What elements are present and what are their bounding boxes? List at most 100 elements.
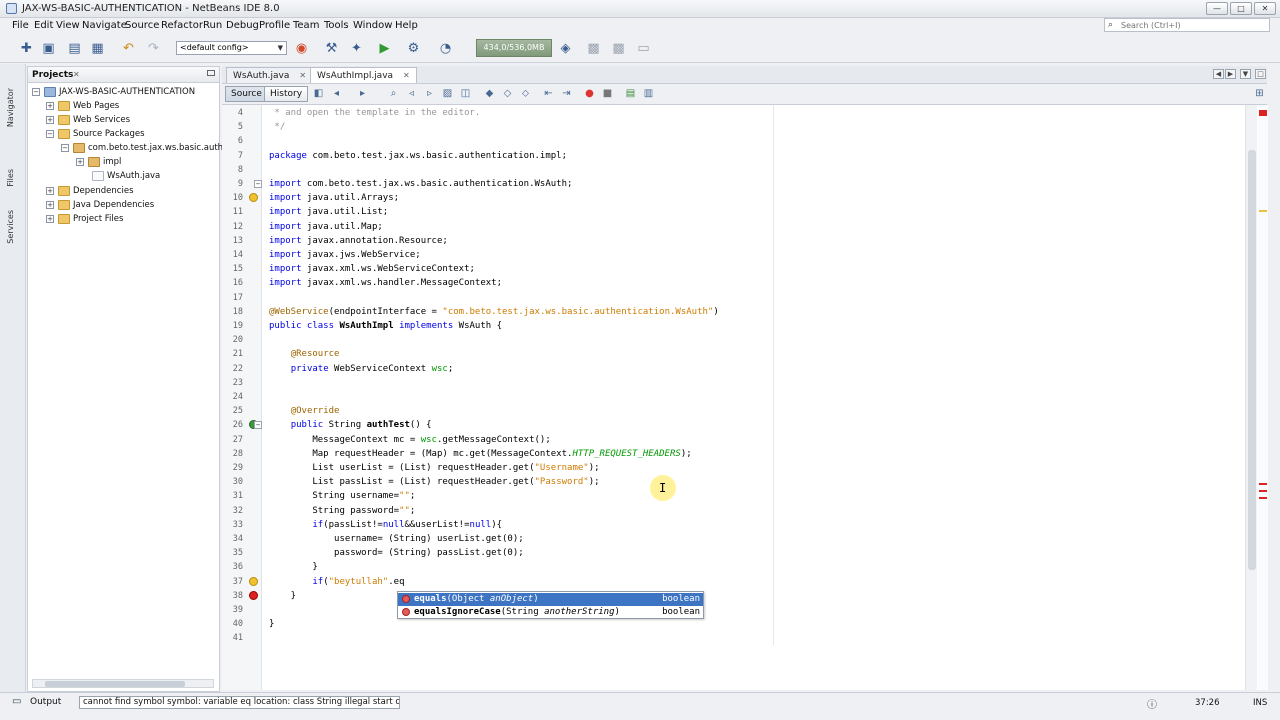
tree-item-dependencies[interactable]: + Dependencies — [46, 184, 134, 198]
code-line[interactable]: 36 } — [222, 560, 1267, 574]
uncomment-icon[interactable]: ▥ — [642, 87, 655, 100]
tab-wsauth[interactable]: WsAuth.java ✕ — [226, 67, 314, 83]
code-line[interactable]: 21 @Resource — [222, 347, 1267, 361]
expand-icon[interactable]: + — [46, 214, 54, 223]
code-line[interactable]: 19 public class WsAuthImpl implements WsA… — [222, 319, 1267, 333]
tree-item-java-dependencies[interactable]: + Java Dependencies — [46, 198, 154, 212]
code-line[interactable]: 4 * and open the template in the editor. — [222, 106, 1267, 120]
code-line[interactable]: 34 username= (String) userList.get(0); — [222, 532, 1267, 546]
browser-icon[interactable]: ◉ — [293, 40, 310, 57]
close-icon[interactable]: ✕ — [73, 70, 80, 79]
code-line[interactable]: 37 if("beytullah".eq — [222, 575, 1267, 589]
forward-icon[interactable]: ▸ — [356, 87, 369, 100]
find-selection-icon[interactable]: ▨ — [441, 87, 454, 100]
shift-left-icon[interactable]: ⇤ — [542, 87, 555, 100]
tree-item-web-pages[interactable]: + Web Pages — [46, 99, 119, 113]
menu-navigate[interactable]: Navigate — [82, 20, 127, 31]
code-line[interactable]: 38 } — [222, 589, 1267, 603]
menu-run[interactable]: Run — [203, 20, 222, 31]
code-line[interactable]: 35 password= (String) passList.get(0); — [222, 546, 1267, 560]
tab-list-icon[interactable]: ▼ — [1240, 69, 1251, 79]
error-marker[interactable] — [1259, 490, 1267, 492]
menu-source[interactable]: Source — [125, 20, 159, 31]
code-line[interactable]: 5 */ — [222, 120, 1267, 134]
tree-item-source-packages[interactable]: − Source Packages — [46, 127, 145, 141]
back-icon[interactable]: ◂ — [330, 87, 343, 100]
split-editor-icon[interactable]: ⊞ — [1253, 87, 1266, 100]
collapse-icon[interactable]: − — [61, 143, 69, 152]
code-line[interactable]: 8 — [222, 163, 1267, 177]
code-line[interactable]: 6 — [222, 134, 1267, 148]
code-line[interactable]: 31 String username=""; — [222, 489, 1267, 503]
monitor-icon[interactable]: ▭ — [635, 40, 652, 57]
menu-profile[interactable]: Profile — [259, 20, 290, 31]
code-line[interactable]: 33 if(passList!=null&&userList!=null){ — [222, 518, 1267, 532]
code-line[interactable]: 13 import javax.annotation.Resource; — [222, 234, 1267, 248]
attach-icon[interactable]: ▩ — [610, 40, 627, 57]
code-line[interactable]: 17 — [222, 291, 1267, 305]
build-icon[interactable]: ⚒ — [323, 40, 340, 57]
minimize-panel-icon[interactable] — [207, 70, 215, 76]
toggle-bookmark-icon[interactable]: ⬦ — [519, 87, 532, 100]
scroll-thumb[interactable] — [1248, 150, 1256, 570]
open-project-icon[interactable]: ▤ — [66, 40, 83, 57]
code-line[interactable]: 32 String password=""; — [222, 504, 1267, 518]
expand-icon[interactable]: + — [46, 200, 54, 209]
maximize-button[interactable]: □ — [1230, 2, 1252, 15]
warning-marker[interactable] — [1259, 210, 1267, 212]
redo-icon[interactable]: ↷ — [145, 40, 162, 57]
completion-item-equalsignorecase[interactable]: equalsIgnoreCase(String anotherString) b… — [398, 606, 703, 619]
code-completion-popup[interactable]: equals(Object anObject) boolean equalsIg… — [397, 591, 704, 619]
code-line[interactable]: 10 import java.util.Arrays; — [222, 191, 1267, 205]
code-line[interactable]: 22 private WebServiceContext wsc; — [222, 362, 1267, 376]
tree-item-package[interactable]: − com.beto.test.jax.ws.basic.authe — [61, 141, 228, 155]
scroll-thumb[interactable] — [45, 681, 185, 687]
fold-icon[interactable]: − — [254, 421, 262, 430]
output-label[interactable]: Output — [30, 697, 61, 707]
tab-scroll-left-icon[interactable]: ◀ — [1213, 69, 1224, 79]
menu-team[interactable]: Team — [293, 20, 319, 31]
hint-bulb-icon[interactable] — [249, 576, 258, 586]
editor-vscrollbar[interactable] — [1245, 105, 1257, 690]
menu-tools[interactable]: Tools — [324, 20, 349, 31]
code-line[interactable]: 40} — [222, 617, 1267, 631]
clean-build-icon[interactable]: ✦ — [348, 40, 365, 57]
close-button[interactable]: ✕ — [1254, 2, 1276, 15]
find-next-icon[interactable]: ▹ — [423, 87, 436, 100]
menu-help[interactable]: Help — [395, 20, 418, 31]
save-all-icon[interactable]: ▦ — [89, 40, 106, 57]
new-project-icon[interactable]: ▣ — [40, 40, 57, 57]
menu-debug[interactable]: Debug — [226, 20, 259, 31]
code-line[interactable]: 14 import javax.jws.WebService; — [222, 248, 1267, 262]
tree-item-project[interactable]: − JAX-WS-BASIC-AUTHENTICATION — [32, 85, 195, 99]
shift-right-icon[interactable]: ⇥ — [560, 87, 573, 100]
menu-view[interactable]: View — [56, 20, 80, 31]
new-file-icon[interactable]: ✚ — [18, 40, 35, 57]
run-icon[interactable]: ▶ — [376, 40, 393, 57]
code-line[interactable]: 30 List passList = (List) requestHeader.… — [222, 475, 1267, 489]
code-line[interactable]: 28 Map requestHeader = (Map) mc.get(Mess… — [222, 447, 1267, 461]
history-view-button[interactable]: History — [264, 86, 309, 102]
code-line[interactable]: 20 — [222, 333, 1267, 347]
menu-refactor[interactable]: Refactor — [161, 20, 203, 31]
code-line[interactable]: 23 — [222, 376, 1267, 390]
tab-wsauthimpl[interactable]: WsAuthImpl.java ✕ — [310, 67, 417, 83]
last-edit-icon[interactable]: ◧ — [312, 87, 325, 100]
previous-bookmark-icon[interactable]: ◆ — [483, 87, 496, 100]
code-editor[interactable]: 4 * and open the template in the editor.… — [222, 105, 1267, 690]
code-line[interactable]: 11 import java.util.List; — [222, 205, 1267, 219]
error-stripe[interactable] — [1258, 105, 1268, 690]
error-status-icon[interactable] — [1259, 110, 1267, 116]
tree-item-web-services[interactable]: + Web Services — [46, 113, 130, 127]
profile-icon[interactable]: ◔ — [437, 40, 454, 57]
gc-icon[interactable]: ◈ — [557, 40, 574, 57]
code-line[interactable]: 26 − public String authTest() { — [222, 418, 1267, 432]
debug-icon[interactable]: ⚙ — [405, 40, 422, 57]
code-line[interactable]: 29 List userList = (List) requestHeader.… — [222, 461, 1267, 475]
menu-window[interactable]: Window — [353, 20, 392, 31]
expand-icon[interactable]: + — [46, 101, 54, 110]
menu-file[interactable]: File — [12, 20, 29, 31]
error-marker[interactable] — [1259, 483, 1267, 485]
error-marker[interactable] — [1259, 497, 1267, 499]
code-line[interactable]: 24 — [222, 390, 1267, 404]
